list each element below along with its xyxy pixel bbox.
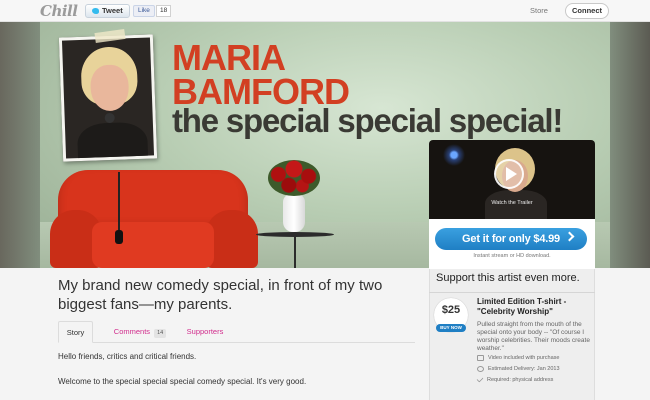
chill-logo[interactable]: Chill xyxy=(40,2,78,20)
like-button[interactable]: Like xyxy=(133,5,155,17)
vase xyxy=(283,194,305,232)
like-label: Like xyxy=(138,7,150,14)
tab-comments[interactable]: Comments 14 xyxy=(108,321,172,343)
hero-blur-right xyxy=(610,22,650,268)
store-link[interactable]: Store xyxy=(530,6,548,15)
reward-title[interactable]: Limited Edition T-shirt - "Celebrity Wor… xyxy=(477,297,591,317)
story-paragraph: Welcome to the special special special c… xyxy=(58,377,307,386)
support-heading: Support this artist even more. xyxy=(436,272,580,284)
artist-photo xyxy=(58,34,158,162)
hero-subtitle: the special special special! xyxy=(172,102,563,139)
tab-comments-label: Comments xyxy=(113,327,151,336)
comments-count-badge: 14 xyxy=(154,329,167,338)
play-icon xyxy=(506,167,517,181)
reward-meta-video: Video included with purchase xyxy=(477,355,559,361)
get-it-button[interactable]: Get it for only $4.99 xyxy=(435,228,587,250)
reward-price: $25 xyxy=(441,304,461,316)
reward-meta-text: Required: physical address xyxy=(487,377,554,383)
purchase-note: Instant stream or HD download. xyxy=(473,253,551,259)
video-icon xyxy=(477,355,484,361)
buy-now-button[interactable]: BUY NOW xyxy=(436,324,466,332)
twitter-bird-icon xyxy=(92,8,99,14)
tab-supporters[interactable]: Supporters xyxy=(182,321,228,343)
reward-meta-text: Video included with purchase xyxy=(488,355,560,361)
top-bar: Chill Tweet Like 18 Store Connect xyxy=(0,0,650,22)
check-icon xyxy=(476,375,484,383)
hero-blur-left xyxy=(0,22,40,268)
side-table xyxy=(294,236,296,268)
roses xyxy=(268,160,320,196)
reward-meta-delivery: Estimated Delivery: Jan 2013 xyxy=(477,366,560,372)
page-title: My brand new comedy special, in front of… xyxy=(58,277,383,313)
connect-button[interactable]: Connect xyxy=(565,3,609,19)
story-paragraph: Hello friends, critics and critical frie… xyxy=(58,352,197,361)
reward-meta-address: Required: physical address xyxy=(476,375,554,383)
tweet-label: Tweet xyxy=(102,6,123,15)
reward-meta-text: Estimated Delivery: Jan 2013 xyxy=(488,366,560,372)
tweet-button[interactable]: Tweet xyxy=(85,4,130,18)
clock-icon xyxy=(477,366,484,372)
divider xyxy=(429,292,595,293)
reward-description: Pulled straight from the mouth of the sp… xyxy=(477,321,590,352)
microphone-icon xyxy=(104,112,115,124)
trailer-caption[interactable]: Watch the Trailer xyxy=(429,200,595,206)
like-count: 18 xyxy=(156,5,172,17)
tab-story[interactable]: Story xyxy=(58,321,93,343)
